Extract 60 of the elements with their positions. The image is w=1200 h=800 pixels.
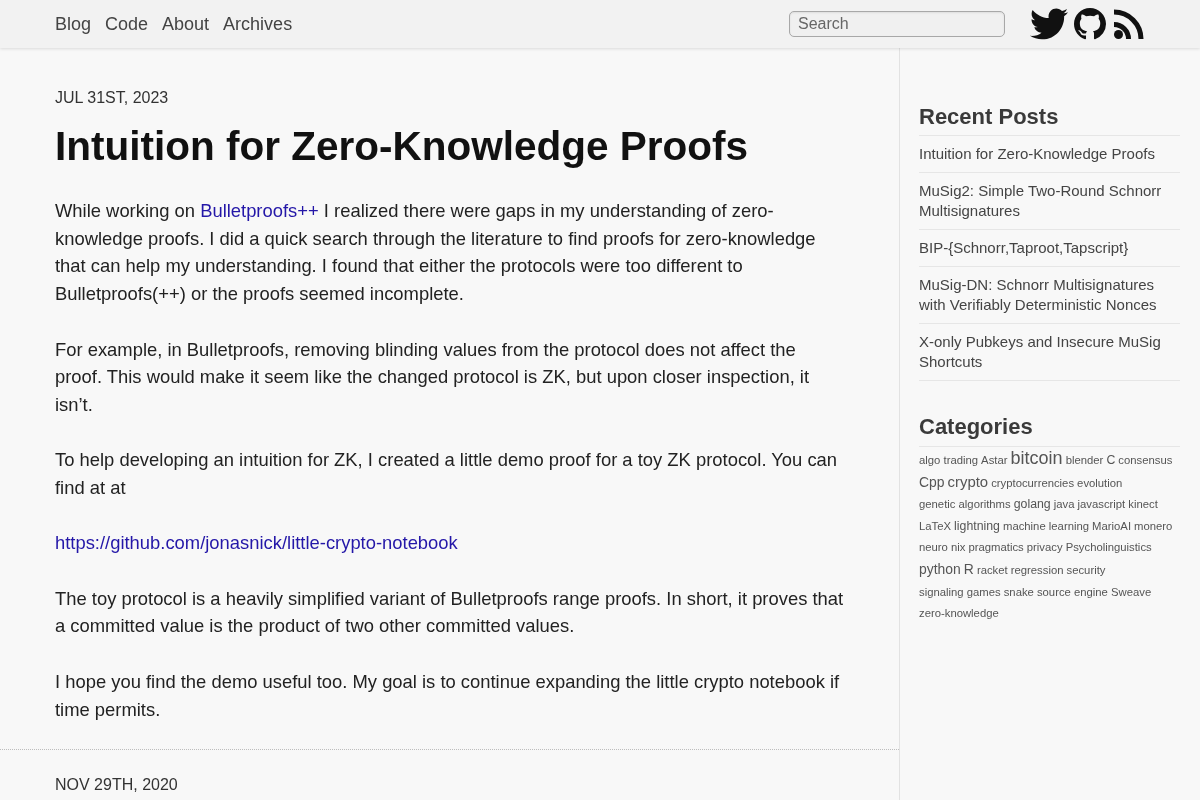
paragraph: While working on Bulletproofs++ I realized there were gaps in my understanding of zero-knowledge proofs. I did a quick search through the literature to find proofs for zero-knowledge that can help my understanding. I found that either the protocols were too different to Bulletproofs(++) or the proofs seemed incomplete. bbox=[55, 199, 817, 307]
category-link[interactable]: racket bbox=[976, 563, 1008, 576]
category-link[interactable]: algo trading bbox=[919, 454, 979, 466]
category-link[interactable]: javascript bbox=[1077, 498, 1126, 511]
recent-post-link[interactable]: BIP-{Schnorr,Taproot,Tapscript} bbox=[919, 230, 1180, 267]
recent-post-link[interactable]: X-only Pubkeys and Insecure MuSig Shortcuts bbox=[919, 324, 1180, 381]
paragraph: The toy protocol is a heavily simplified variant of Bulletproofs range proofs. In short, it proves that a committed value is the product of two other committed values. bbox=[55, 586, 845, 639]
rss-feed-icon[interactable] bbox=[1113, 8, 1145, 40]
post-title[interactable]: Intuition for Zero-Knowledge Proofs bbox=[55, 122, 899, 170]
category-link[interactable]: monero bbox=[1134, 519, 1173, 532]
category-link[interactable]: C bbox=[1106, 453, 1116, 467]
category-link[interactable]: signaling games bbox=[919, 585, 1001, 598]
nav-link[interactable]: Archives bbox=[223, 12, 293, 36]
category-link[interactable]: genetic algorithms bbox=[919, 498, 1011, 511]
category-link[interactable]: Cpp bbox=[919, 473, 945, 490]
nav-link[interactable]: About bbox=[162, 12, 210, 36]
post-date: NOV 29TH, 2020 bbox=[55, 775, 179, 796]
category-link[interactable]: zero-knowledge bbox=[919, 607, 999, 620]
category-link[interactable]: cryptocurrencies bbox=[991, 476, 1075, 489]
category-link[interactable]: security bbox=[1066, 563, 1106, 576]
category-link[interactable]: Sweave bbox=[1110, 585, 1152, 598]
category-link[interactable]: evolution bbox=[1077, 476, 1123, 489]
category-link[interactable]: pragmatics bbox=[968, 541, 1024, 554]
category-link[interactable]: java bbox=[1053, 498, 1075, 511]
category-link[interactable]: neuro bbox=[919, 541, 948, 554]
inline-link[interactable]: https://github.com/jonasnick/little-crypto-notebook bbox=[55, 532, 458, 554]
category-link[interactable]: crypto bbox=[947, 473, 989, 490]
category-link[interactable]: lightning bbox=[954, 518, 1000, 533]
nav-link[interactable]: Blog bbox=[55, 12, 92, 36]
category-link[interactable]: blender bbox=[1065, 454, 1104, 466]
category-link[interactable]: consensus bbox=[1118, 454, 1173, 466]
github-cat-icon[interactable] bbox=[1074, 8, 1106, 40]
twitter-bird-icon[interactable] bbox=[1030, 8, 1068, 40]
category-link[interactable]: golang bbox=[1013, 497, 1051, 512]
paragraph: I hope you find the demo useful too. My goal is to continue expanding the little crypto notebook if time permits. bbox=[55, 669, 841, 722]
category-link[interactable]: Psycholinguistics bbox=[1065, 541, 1152, 554]
post-date: JUL 31ST, 2023 bbox=[55, 88, 170, 108]
recent-post-link[interactable]: Intuition for Zero-Knowledge Proofs bbox=[919, 136, 1180, 173]
nav-link[interactable]: Code bbox=[105, 12, 149, 36]
inline-link[interactable]: Bulletproofs++ bbox=[200, 200, 319, 221]
section-heading: Recent Posts bbox=[919, 104, 1180, 136]
recent-post-link[interactable]: MuSig2: Simple Two-Round Schnorr Multisignatures bbox=[919, 173, 1180, 230]
section-heading: Categories bbox=[919, 414, 1180, 447]
category-link[interactable]: nix bbox=[950, 541, 966, 554]
recent-post-link[interactable]: MuSig-DN: Schnorr Multisignatures with Verifiably Deterministic Nonces bbox=[919, 267, 1180, 324]
search-field[interactable]: Search bbox=[789, 11, 1005, 37]
category-link[interactable]: Astar bbox=[981, 454, 1008, 466]
category-link[interactable]: kinect bbox=[1128, 498, 1158, 511]
category-link[interactable]: privacy bbox=[1026, 541, 1063, 554]
category-link[interactable]: LaTeX bbox=[919, 519, 952, 532]
paragraph: For example, in Bulletproofs, removing blinding values from the protocol does not affect the proof. This would make it seem like the changed protocol is ZK, but upon closer inspection, it isn’t. bbox=[55, 337, 811, 417]
category-link[interactable]: bitcoin bbox=[1010, 448, 1063, 468]
category-link[interactable]: regression bbox=[1010, 563, 1064, 576]
category-link[interactable]: R bbox=[963, 560, 974, 577]
category-link[interactable]: MarioAI bbox=[1092, 519, 1131, 532]
category-link[interactable]: python bbox=[919, 560, 961, 577]
category-link[interactable]: source engine bbox=[1036, 585, 1108, 598]
category-link[interactable]: snake bbox=[1003, 585, 1034, 598]
category-link[interactable]: machine learning bbox=[1003, 519, 1090, 532]
paragraph: To help developing an intuition for ZK, I created a little demo proof for a toy ZK protocol. You can find at at bbox=[55, 448, 839, 500]
